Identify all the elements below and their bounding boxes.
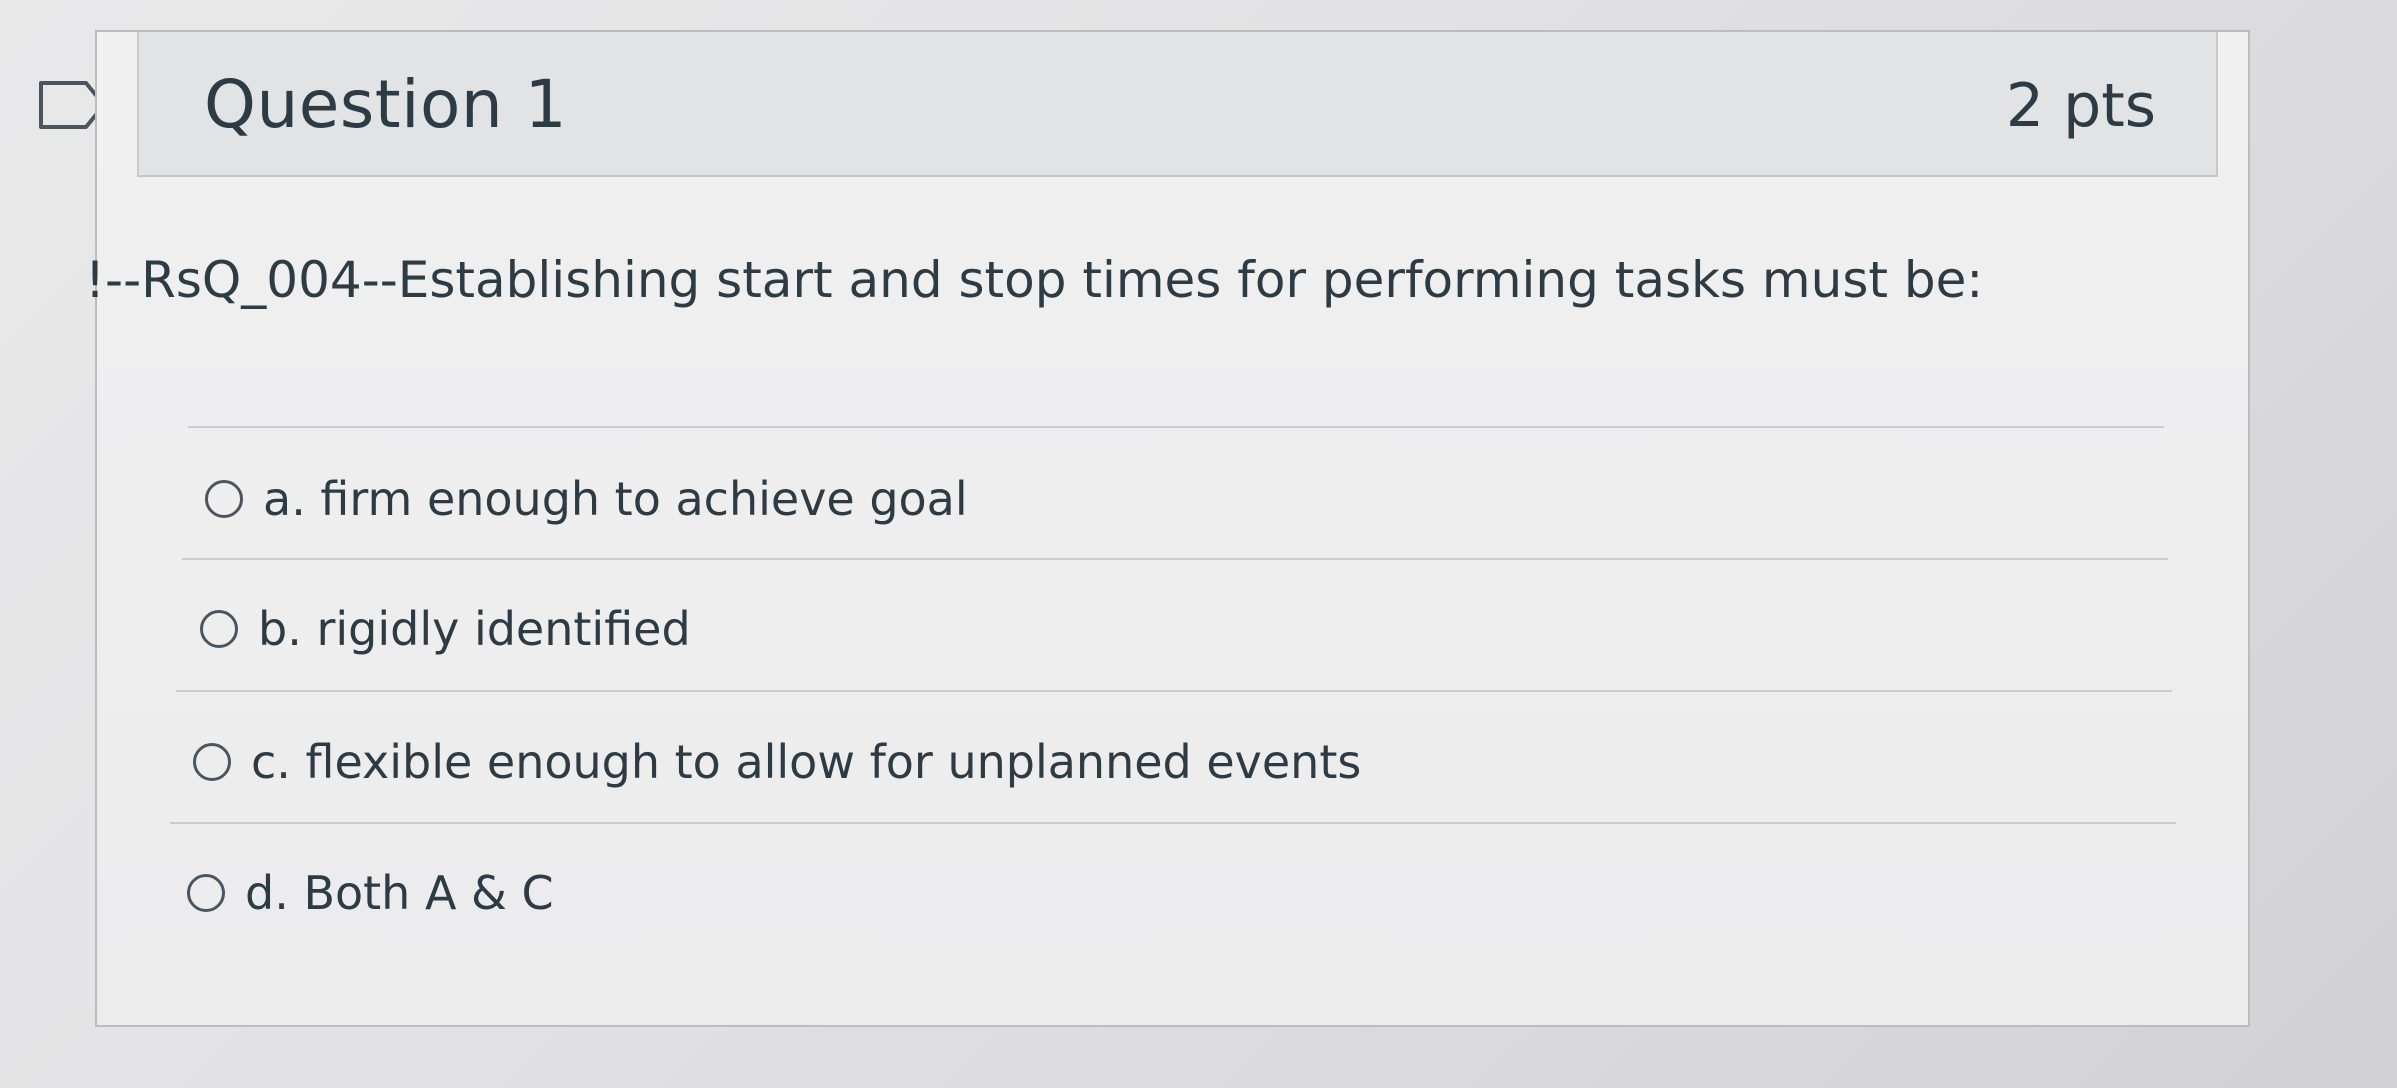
radio-unchecked-icon[interactable] bbox=[200, 610, 238, 648]
answer-label: d. Both A & C bbox=[245, 866, 554, 920]
divider bbox=[176, 690, 2172, 692]
answer-option-c[interactable]: c. flexible enough to allow for unplanne… bbox=[193, 739, 1361, 785]
answer-label: a. firm enough to achieve goal bbox=[263, 472, 968, 526]
question-points: 2 pts bbox=[2005, 71, 2156, 141]
radio-unchecked-icon[interactable] bbox=[193, 743, 231, 781]
question-header: Question 1 2 pts bbox=[137, 32, 2218, 177]
divider bbox=[182, 558, 2168, 560]
question-title: Question 1 bbox=[204, 66, 568, 143]
answer-label: b. rigidly identified bbox=[258, 602, 691, 656]
answer-option-b[interactable]: b. rigidly identified bbox=[200, 606, 691, 652]
answer-option-d[interactable]: d. Both A & C bbox=[187, 870, 554, 916]
radio-unchecked-icon[interactable] bbox=[187, 874, 225, 912]
divider bbox=[188, 426, 2164, 428]
answer-option-a[interactable]: a. firm enough to achieve goal bbox=[205, 476, 968, 522]
divider bbox=[170, 822, 2176, 824]
question-text: !--RsQ_004--Establishing start and stop … bbox=[85, 251, 1984, 309]
answer-label: c. flexible enough to allow for unplanne… bbox=[251, 735, 1362, 789]
radio-unchecked-icon[interactable] bbox=[205, 480, 243, 518]
